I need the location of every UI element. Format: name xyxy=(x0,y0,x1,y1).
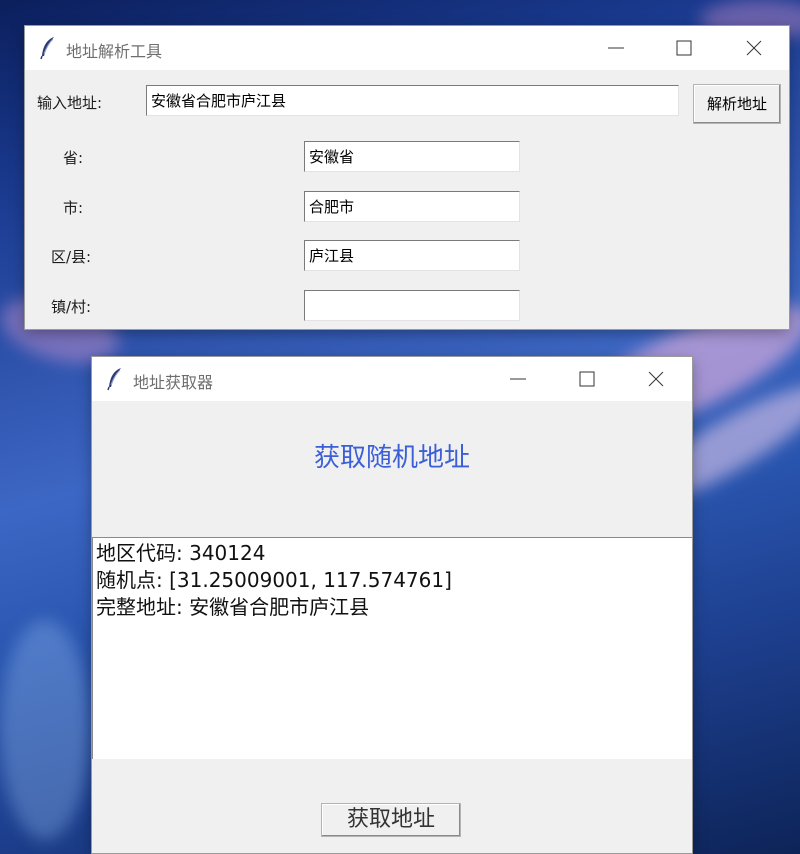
output-textarea[interactable]: 地区代码: 340124 随机点: [31.25009001, 117.5747… xyxy=(92,537,692,759)
close-icon xyxy=(746,40,762,56)
titlebar[interactable]: 地址获取器 xyxy=(92,357,692,401)
feather-icon xyxy=(107,368,121,391)
maximize-icon xyxy=(579,371,595,387)
address-input[interactable] xyxy=(146,85,679,116)
maximize-button[interactable] xyxy=(564,363,610,395)
town-field[interactable] xyxy=(304,290,520,321)
province-field[interactable] xyxy=(304,141,520,172)
titlebar[interactable]: 地址解析工具 xyxy=(25,26,789,70)
output-line: 完整地址: 安徽省合肥市庐江县 xyxy=(96,595,370,619)
output-line: 随机点: [31.25009001, 117.574761] xyxy=(96,568,452,592)
city-label: 市: xyxy=(63,199,84,217)
get-address-button[interactable]: 获取地址 xyxy=(321,803,461,837)
maximize-icon xyxy=(676,40,692,56)
minimize-icon xyxy=(510,378,526,380)
close-button[interactable] xyxy=(633,363,679,395)
window-title: 地址获取器 xyxy=(133,373,214,392)
address-parser-window: 地址解析工具 输入地址: 解析地址 省: 市: 区/县: 镇/村: xyxy=(25,26,789,329)
address-getter-window: 地址获取器 获取随机地址 地区代码: 340124 随机点: [31.25009… xyxy=(92,357,692,853)
minimize-button[interactable] xyxy=(593,32,639,64)
town-label: 镇/村: xyxy=(51,298,92,316)
minimize-icon xyxy=(608,47,624,49)
wallpaper-cloud xyxy=(0,620,90,840)
feather-icon xyxy=(40,37,54,60)
close-button[interactable] xyxy=(731,32,777,64)
output-line: 地区代码: 340124 xyxy=(96,541,266,565)
address-input-label: 输入地址: xyxy=(37,94,103,112)
province-label: 省: xyxy=(63,149,84,167)
district-field[interactable] xyxy=(304,240,520,271)
close-icon xyxy=(648,371,664,387)
heading: 获取随机地址 xyxy=(313,443,470,473)
minimize-button[interactable] xyxy=(495,363,541,395)
window-title: 地址解析工具 xyxy=(66,42,163,61)
maximize-button[interactable] xyxy=(661,32,707,64)
city-field[interactable] xyxy=(304,191,520,222)
district-label: 区/县: xyxy=(51,248,92,266)
parse-address-button[interactable]: 解析地址 xyxy=(693,84,781,124)
